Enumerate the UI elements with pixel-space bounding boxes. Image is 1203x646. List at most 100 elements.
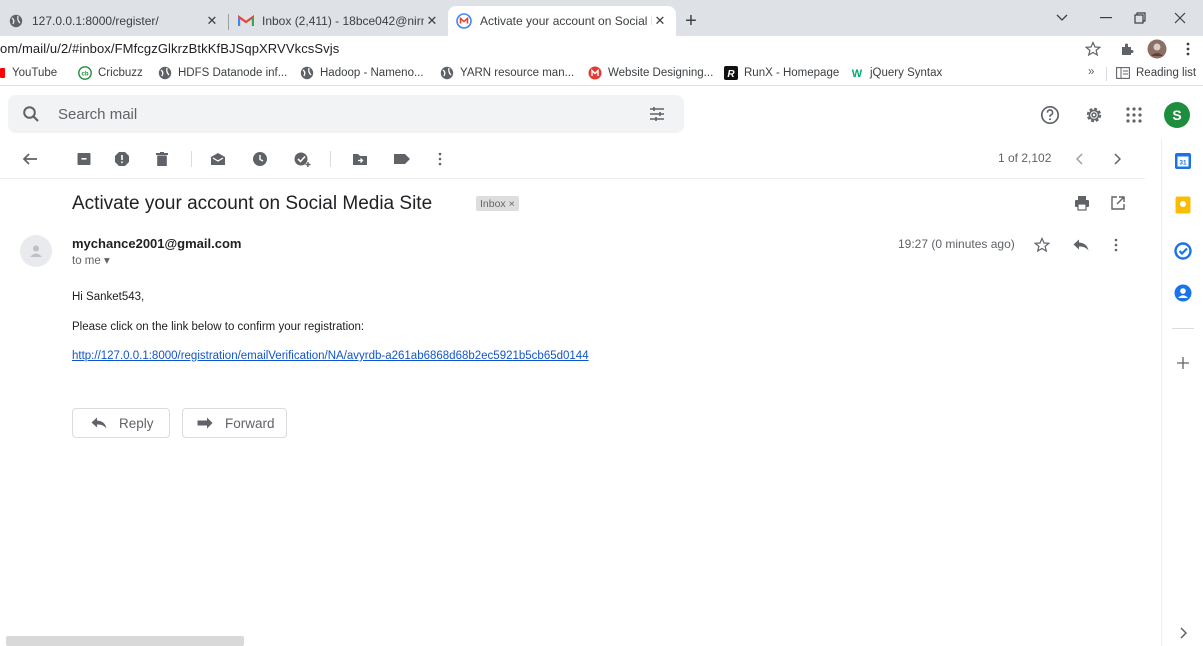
tab-inbox[interactable]: Inbox (2,411) - 18bce042@nirma ✕: [230, 6, 448, 36]
star-icon[interactable]: [1032, 235, 1052, 255]
print-icon[interactable]: [1072, 193, 1092, 213]
forward-icon: [197, 416, 215, 430]
tab-search-icon[interactable]: [1040, 4, 1084, 32]
runx-icon: R: [724, 66, 738, 80]
tab-title: Activate your account on Social I: [480, 14, 652, 28]
sender-avatar: [20, 235, 52, 267]
bookmark-label: Cricbuzz: [98, 67, 143, 79]
expand-panel-icon[interactable]: [1173, 623, 1193, 643]
reading-list-button[interactable]: Reading list: [1116, 66, 1196, 80]
contacts-icon[interactable]: [1173, 283, 1193, 303]
snooze-clock-icon[interactable]: [250, 149, 270, 169]
apps-grid-icon[interactable]: [1122, 103, 1146, 127]
report-spam-icon[interactable]: [112, 149, 132, 169]
bookmark-label: Hadoop - Nameno...: [320, 67, 424, 79]
bookmark-yarn[interactable]: YARN resource man...: [440, 66, 574, 80]
chevron-right-icon[interactable]: [1107, 149, 1127, 169]
toolbar-divider: [191, 151, 192, 167]
chevron-left-icon[interactable]: [1070, 149, 1090, 169]
close-tab-icon[interactable]: ✕: [652, 13, 668, 29]
bookmark-runx[interactable]: R RunX - Homepage: [724, 66, 839, 80]
horizontal-scrollbar[interactable]: [6, 636, 244, 646]
reading-list-label: Reading list: [1136, 67, 1197, 79]
verification-link[interactable]: http://127.0.0.1:8000/registration/email…: [72, 350, 589, 362]
gmail-header: Search mail S: [0, 87, 1203, 139]
reading-list-icon: [1116, 66, 1130, 80]
tab-activate-account[interactable]: Activate your account on Social I ✕: [448, 6, 676, 36]
w3schools-icon: W: [850, 66, 864, 80]
profile-photo-icon[interactable]: [1147, 39, 1167, 59]
globe-icon: [440, 66, 454, 80]
bookmark-hdfs[interactable]: HDFS Datanode inf...: [158, 66, 287, 80]
new-tab-button[interactable]: +: [680, 10, 702, 32]
archive-icon[interactable]: [74, 149, 94, 169]
bookmarks-bar: YouTube cb Cricbuzz HDFS Datanode inf...…: [0, 62, 1203, 86]
search-options-icon[interactable]: [648, 105, 666, 123]
label-icon[interactable]: [392, 149, 412, 169]
search-icon[interactable]: [22, 105, 40, 123]
recipient-details-toggle[interactable]: to me ▾: [72, 253, 110, 267]
account-avatar[interactable]: S: [1164, 102, 1190, 128]
reply-button[interactable]: Reply: [72, 408, 170, 438]
url-field[interactable]: om/mail/u/2/#inbox/FMfcgzGlkrzBtkKfBJSqp…: [0, 41, 339, 56]
red-m-icon: [588, 66, 602, 80]
bookmark-jquery[interactable]: W jQuery Syntax: [850, 66, 942, 80]
globe-icon: [300, 66, 314, 80]
email-instruction: Please click on the link below to confir…: [72, 321, 365, 333]
reply-icon[interactable]: [1071, 235, 1091, 255]
bookmark-cricbuzz[interactable]: cb Cricbuzz: [78, 66, 143, 80]
browser-menu-icon[interactable]: [1178, 40, 1198, 58]
bookmark-website-designing[interactable]: Website Designing...: [588, 66, 713, 80]
calendar-icon[interactable]: 31: [1173, 151, 1193, 171]
inbox-label-chip[interactable]: Inbox ×: [476, 196, 519, 211]
tab-divider: [228, 14, 229, 30]
globe-icon: [158, 66, 172, 80]
settings-gear-icon[interactable]: [1082, 103, 1106, 127]
bookmark-label: jQuery Syntax: [870, 67, 943, 79]
add-to-tasks-icon[interactable]: [293, 149, 313, 169]
email-subject: Activate your account on Social Media Si…: [72, 193, 433, 214]
bookmarks-divider: [1106, 67, 1107, 81]
svg-text:R: R: [727, 69, 735, 80]
side-panel: 31: [1161, 139, 1203, 646]
browser-tab-strip: 127.0.0.1:8000/register/ ✕ Inbox (2,411)…: [0, 0, 1203, 36]
forward-button[interactable]: Forward: [182, 408, 287, 438]
more-bookmarks-button[interactable]: »: [1088, 66, 1094, 78]
email-greeting: Hi Sanket543,: [72, 291, 145, 303]
svg-text:31: 31: [1179, 160, 1187, 167]
close-window-button[interactable]: [1158, 4, 1202, 32]
message-toolbar: 1 of 2,102: [0, 139, 1145, 179]
close-tab-icon[interactable]: ✕: [424, 13, 440, 29]
toolbar-divider: [330, 151, 331, 167]
search-input[interactable]: Search mail: [8, 95, 684, 133]
open-new-window-icon[interactable]: [1108, 193, 1128, 213]
message-pager: 1 of 2,102: [998, 151, 1052, 165]
add-addon-icon[interactable]: [1173, 353, 1193, 373]
globe-icon: [8, 13, 24, 29]
youtube-icon: [0, 66, 6, 80]
tab-register[interactable]: 127.0.0.1:8000/register/ ✕: [0, 6, 228, 36]
back-arrow-icon[interactable]: [20, 149, 40, 169]
bookmark-label: RunX - Homepage: [744, 67, 840, 79]
address-bar: om/mail/u/2/#inbox/FMfcgzGlkrzBtkKfBJSqp…: [0, 36, 1203, 62]
tab-title: 127.0.0.1:8000/register/: [32, 14, 159, 28]
reply-label: Reply: [119, 415, 154, 431]
star-icon[interactable]: [1083, 40, 1103, 58]
bookmark-youtube[interactable]: YouTube: [0, 66, 57, 80]
side-panel-divider: [1172, 328, 1194, 329]
support-icon[interactable]: [1038, 103, 1062, 127]
delete-icon[interactable]: [152, 149, 172, 169]
bookmark-hadoop[interactable]: Hadoop - Nameno...: [300, 66, 424, 80]
mark-unread-icon[interactable]: [208, 149, 228, 169]
more-options-icon[interactable]: [430, 149, 450, 169]
sender-email[interactable]: mychance2001@gmail.com: [72, 236, 241, 251]
move-to-folder-icon[interactable]: [350, 149, 370, 169]
close-tab-icon[interactable]: ✕: [204, 13, 220, 29]
message-more-icon[interactable]: [1106, 235, 1126, 255]
reply-icon: [91, 416, 109, 430]
extensions-icon[interactable]: [1117, 40, 1137, 58]
restore-button[interactable]: [1118, 4, 1162, 32]
keep-icon[interactable]: [1173, 195, 1193, 215]
tasks-icon[interactable]: [1173, 241, 1193, 261]
bookmark-label: YARN resource man...: [460, 67, 575, 79]
